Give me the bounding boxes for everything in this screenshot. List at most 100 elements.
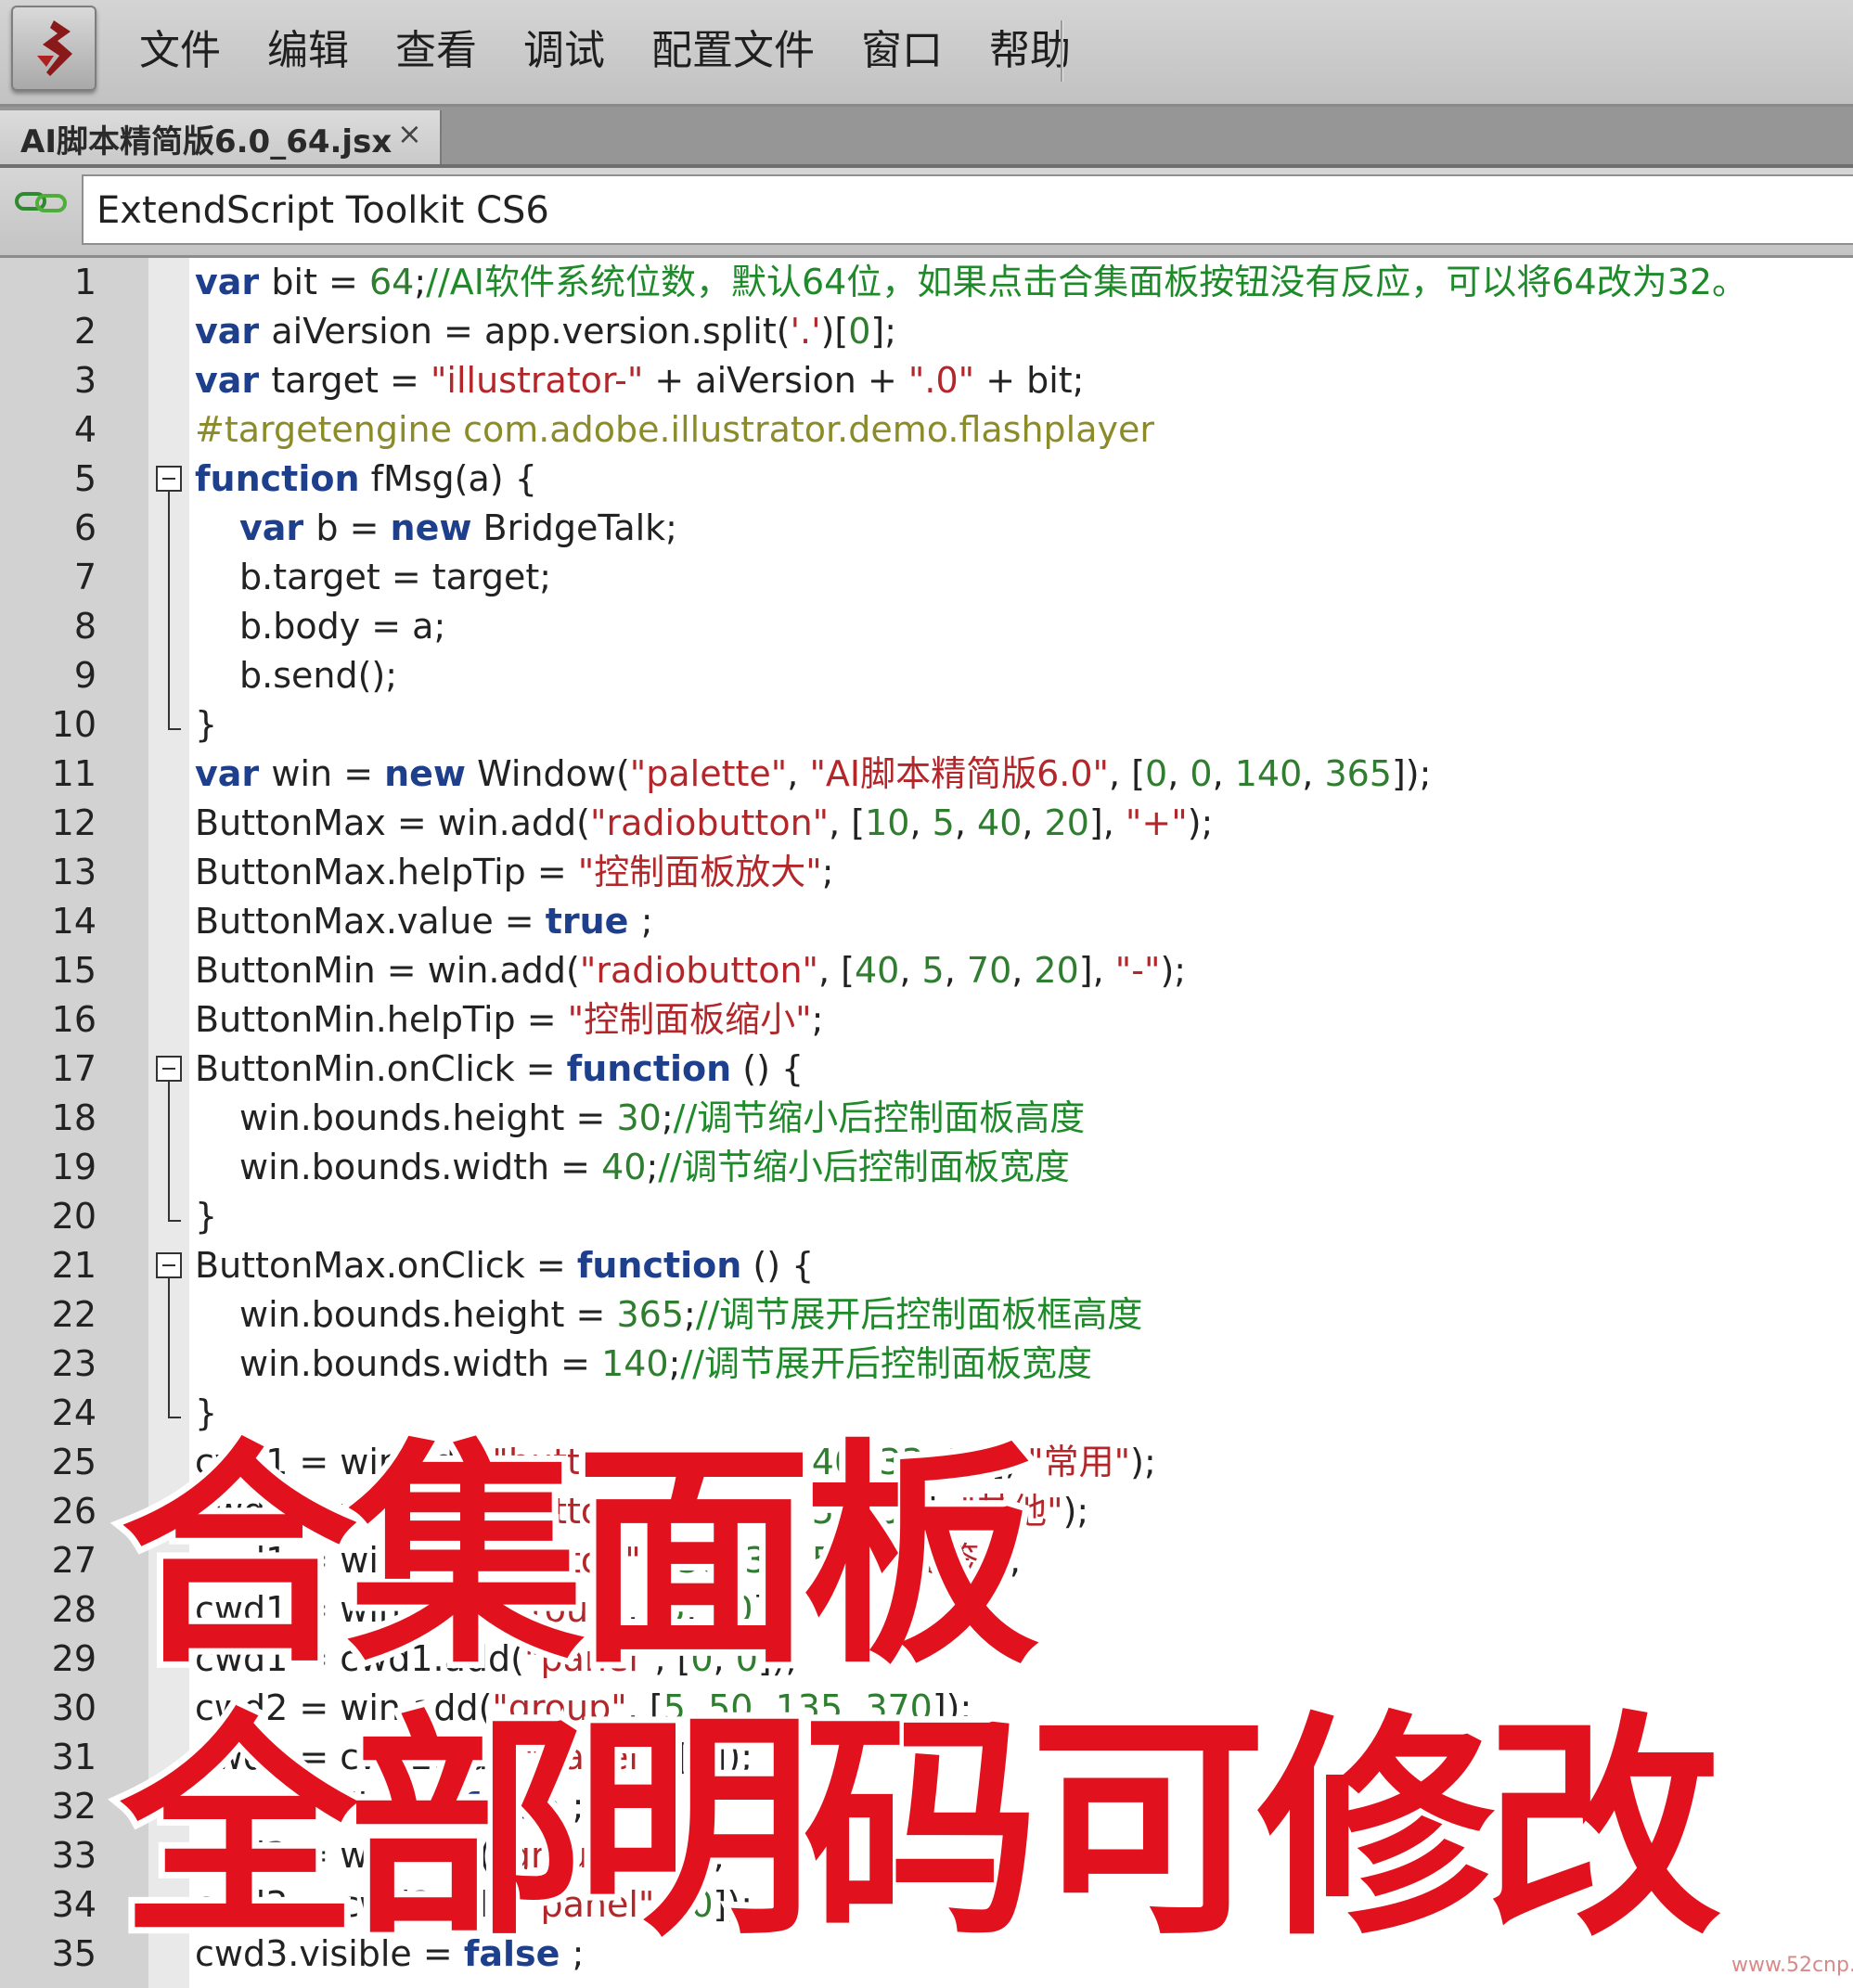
line-number: 14 — [51, 901, 97, 942]
code-token: win = — [271, 753, 385, 794]
code-token: + bit; — [974, 360, 1085, 401]
code-token: 5 — [921, 950, 945, 991]
code-line[interactable]: 1 var bit = 64;//AI软件系统位数，默认64位，如果点击合集面板按… — [0, 258, 1853, 307]
code-token: ; — [821, 852, 834, 892]
code-text: var win = new Window("palette", "AI脚本精简版… — [195, 750, 1431, 799]
code-token: ); — [1130, 1442, 1156, 1482]
code-line[interactable]: 21 ButtonMax.onClick = function () { — [0, 1241, 1853, 1290]
fold-toggle-icon[interactable] — [156, 1056, 182, 1082]
code-line[interactable]: 22 win.bounds.height = 365;//调节展开后控制面板框高度 — [0, 1290, 1853, 1340]
code-token: ], — [1078, 950, 1115, 991]
code-line[interactable]: 14 ButtonMax.value = true ; — [0, 897, 1853, 946]
code-token: ; — [646, 1147, 659, 1187]
code-token: "控制面板放大" — [577, 852, 822, 892]
code-line[interactable]: 6 var b = new BridgeTalk; — [0, 504, 1853, 553]
target-application-value: ExtendScript Toolkit CS6 — [97, 189, 549, 232]
code-token: //调节缩小后控制面板宽度 — [658, 1147, 1070, 1187]
link-icon[interactable] — [15, 188, 67, 220]
code-line[interactable]: 16 ButtonMin.helpTip = "控制面板缩小"; — [0, 995, 1853, 1045]
line-number: 27 — [51, 1540, 97, 1581]
line-number: 13 — [51, 852, 97, 892]
code-token: win.bounds.width = — [239, 1343, 602, 1384]
code-token: //调节展开后控制面板宽度 — [680, 1343, 1093, 1384]
code-token: 365 — [616, 1294, 684, 1335]
code-token: )[ — [820, 311, 849, 352]
menu-window[interactable]: 窗口 — [861, 20, 943, 82]
code-token: ; — [414, 262, 427, 302]
code-line[interactable]: 23 win.bounds.width = 140;//调节展开后控制面板宽度 — [0, 1340, 1853, 1389]
code-line[interactable]: 3 var target = "illustrator-" + aiVersion… — [0, 356, 1853, 405]
code-token: function — [195, 458, 360, 499]
code-token: , [ — [818, 950, 855, 991]
code-token: var — [195, 360, 272, 401]
menu-view[interactable]: 查看 — [395, 20, 477, 82]
code-line[interactable]: 19 win.bounds.width = 40;//调节缩小后控制面板宽度 — [0, 1143, 1853, 1192]
menu-profile[interactable]: 配置文件 — [651, 20, 815, 82]
menu-file[interactable]: 文件 — [139, 20, 221, 82]
code-token: ButtonMin = win.add( — [195, 950, 580, 991]
code-token: ); — [1187, 802, 1214, 843]
line-number: 26 — [51, 1491, 97, 1532]
line-number: 7 — [73, 557, 97, 597]
fold-end-marker — [168, 1220, 181, 1222]
code-line[interactable]: 9 b.send(); — [0, 651, 1853, 700]
code-token: "-" — [1114, 950, 1161, 991]
code-token: 40 — [601, 1147, 647, 1187]
line-number: 34 — [51, 1884, 97, 1925]
code-text: ButtonMax.onClick = function () { — [195, 1241, 814, 1290]
code-text: win.bounds.width = 140;//调节展开后控制面板宽度 — [239, 1340, 1092, 1389]
fold-guide-line — [168, 1278, 170, 1417]
code-text: win.bounds.height = 365;//调节展开后控制面板框高度 — [239, 1290, 1142, 1340]
line-number: 4 — [73, 409, 97, 450]
code-token: true — [545, 901, 641, 942]
code-token: , — [787, 753, 810, 794]
code-token: "palette" — [629, 753, 788, 794]
code-token: ); — [1160, 950, 1187, 991]
code-token: 5 — [932, 802, 955, 843]
code-line[interactable]: 4 #targetengine com.adobe.illustrator.dem… — [0, 405, 1853, 455]
fold-toggle-icon[interactable] — [156, 466, 182, 492]
code-line[interactable]: 20} — [0, 1192, 1853, 1241]
watermark: www.52cnp.com — [1731, 1954, 1853, 1977]
code-text: ButtonMin = win.add("radiobutton", [40, … — [195, 946, 1186, 995]
target-application-select[interactable]: ExtendScript Toolkit CS6 — [82, 174, 1853, 245]
code-token: ButtonMin.helpTip = — [195, 999, 568, 1040]
menu-help[interactable]: 帮助 — [989, 20, 1071, 82]
line-number: 10 — [51, 704, 97, 745]
extendscript-logo-icon[interactable] — [11, 6, 97, 91]
fold-guide-line — [168, 492, 170, 728]
code-token: 40 — [855, 950, 900, 991]
code-line[interactable]: 15 ButtonMin = win.add("radiobutton", [40… — [0, 946, 1853, 995]
code-line[interactable]: 8 b.body = a; — [0, 602, 1853, 651]
code-line[interactable]: 13 ButtonMax.helpTip = "控制面板放大"; — [0, 848, 1853, 897]
close-tab-icon[interactable]: × — [397, 116, 422, 151]
code-token: ; — [684, 1294, 696, 1335]
code-line[interactable]: 11 var win = new Window("palette", "AI脚本精… — [0, 750, 1853, 799]
code-token: () { — [741, 1245, 815, 1286]
line-number: 17 — [51, 1048, 97, 1089]
code-token: ; — [668, 1343, 681, 1384]
code-token: new — [384, 753, 467, 794]
line-number: 35 — [51, 1933, 97, 1974]
menu-debug[interactable]: 调试 — [523, 20, 605, 82]
code-token: , [ — [829, 802, 866, 843]
code-line[interactable]: 12 ButtonMax = win.add("radiobutton", [10… — [0, 799, 1853, 848]
code-line[interactable]: 17 ButtonMin.onClick = function () { — [0, 1045, 1853, 1094]
code-line[interactable]: 2 var aiVersion = app.version.split('.')[… — [0, 307, 1853, 356]
code-token: b.body = a; — [239, 606, 446, 647]
code-line[interactable]: 5 function fMsg(a) { — [0, 455, 1853, 504]
code-token: b.send(); — [239, 655, 398, 696]
code-line[interactable]: 18 win.bounds.height = 30;//调节缩小后控制面板高度 — [0, 1094, 1853, 1143]
code-token: ; — [661, 1097, 674, 1138]
code-token: 0 — [1145, 753, 1168, 794]
code-line[interactable]: 10} — [0, 700, 1853, 750]
code-token: var — [195, 262, 272, 302]
document-tab[interactable]: AI脚本精简版6.0_64.jsx × — [0, 110, 442, 164]
code-text: var b = new BridgeTalk; — [239, 504, 677, 553]
code-line[interactable]: 7 b.target = target; — [0, 553, 1853, 602]
code-token: ; — [640, 901, 653, 942]
fold-toggle-icon[interactable] — [156, 1252, 182, 1278]
line-number: 9 — [73, 655, 97, 696]
code-token: 40 — [977, 802, 1023, 843]
menu-edit[interactable]: 编辑 — [267, 20, 349, 82]
